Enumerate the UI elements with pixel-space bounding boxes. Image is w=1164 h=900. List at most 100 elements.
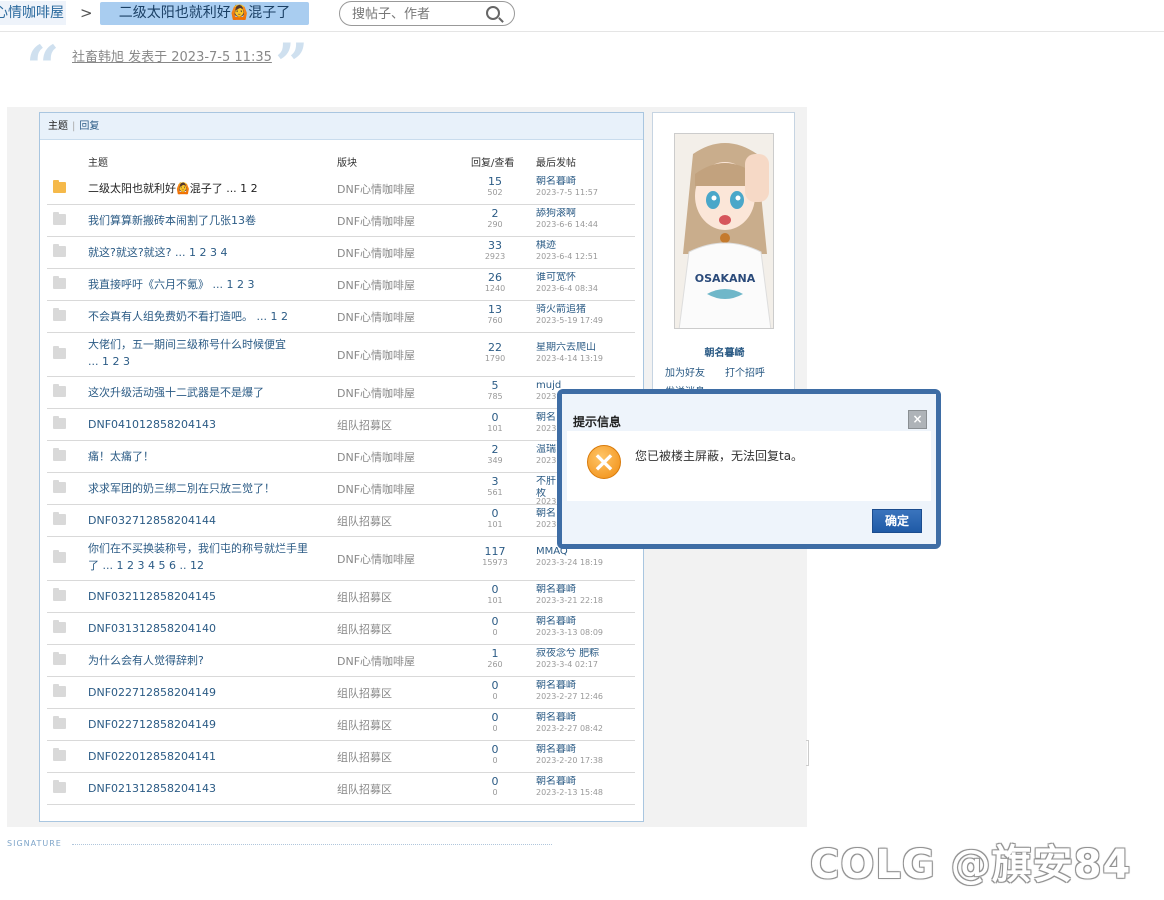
last-poster-link[interactable]: 骑火箭追猪 (536, 304, 636, 316)
last-poster-link[interactable]: 舔狗滚啊 (536, 208, 636, 220)
thread-row[interactable]: 求求军团的奶三绑二別在只放三觉了！ DNF心情咖啡屋 3 561 不肝枚 2023 (47, 473, 635, 506)
thread-title-link[interactable]: DNF031312858204140 (88, 620, 216, 637)
thread-title-link[interactable]: 你们在不买换装称号，我们屯的称号就烂手里了 ... 1 2 3 4 5 6 ..… (88, 540, 308, 574)
last-poster-link[interactable]: 朝名暮崎 (536, 680, 636, 692)
thread-title-link[interactable]: 这次升级活动强十二武器是不是爆了 (88, 384, 264, 401)
thread-forum-link[interactable]: DNF心情咖啡屋 (337, 653, 415, 669)
tab-topics[interactable]: 主题 (48, 121, 68, 132)
breadcrumb-thread-title[interactable]: 二级太阳也就利好🙆混子了 (100, 2, 309, 25)
thread-forum-link[interactable]: DNF心情咖啡屋 (337, 309, 415, 325)
thread-row[interactable]: DNF032112858204145 组队招募区 0 101 朝名暮崎 2023-3-21… (47, 581, 635, 613)
reply-count[interactable]: 26 (467, 272, 523, 284)
thread-row[interactable]: DNF031312858204140 组队招募区 0 0 朝名暮崎 2023-3-13 0… (47, 613, 635, 645)
thread-forum-link[interactable]: DNF心情咖啡屋 (337, 385, 415, 401)
thread-row[interactable]: 我们算算新搬砖本闹割了几张13卷 DNF心情咖啡屋 2 290 舔狗滚啊 2023-6-6… (47, 205, 635, 237)
last-poster-link[interactable]: 寂夜念兮 肥粽 (536, 648, 636, 660)
thread-row[interactable]: 就这?就这?就这? ... 1 2 3 4 DNF心情咖啡屋 33 2923 棋迹 202… (47, 237, 635, 269)
reply-count[interactable]: 0 (467, 412, 523, 424)
thread-forum-link[interactable]: 组队招募区 (337, 513, 392, 529)
thread-forum-link[interactable]: DNF心情咖啡屋 (337, 213, 415, 229)
thread-forum-link[interactable]: 组队招募区 (337, 589, 392, 605)
thread-forum-link[interactable]: 组队招募区 (337, 621, 392, 637)
reply-count[interactable]: 33 (467, 240, 523, 252)
thread-forum-link[interactable]: DNF心情咖啡屋 (337, 245, 415, 261)
thread-row[interactable]: 二级太阳也就利好🙆混子了 ... 1 2 DNF心情咖啡屋 15 502 朝名暮崎 202… (47, 173, 635, 205)
thread-forum-link[interactable]: DNF心情咖啡屋 (337, 551, 415, 567)
thread-row[interactable]: DNF022712858204149 组队招募区 0 0 朝名暮崎 2023-2-27 1… (47, 677, 635, 709)
thread-forum-link[interactable]: 组队招募区 (337, 685, 392, 701)
reply-count[interactable]: 13 (467, 304, 523, 316)
thread-forum-link[interactable]: 组队招募区 (337, 781, 392, 797)
thread-title-link[interactable]: 不会真有人组免费奶不看打造吧。 ... 1 2 (88, 308, 288, 325)
reply-count[interactable]: 0 (467, 712, 523, 724)
last-poster-link[interactable]: 星期六去爬山 (536, 342, 636, 354)
reply-count[interactable]: 117 (467, 546, 523, 558)
close-icon[interactable]: × (908, 410, 927, 429)
reply-count[interactable]: 0 (467, 508, 523, 520)
thread-forum-link[interactable]: DNF心情咖啡屋 (337, 347, 415, 363)
confirm-button[interactable]: 确定 (872, 509, 922, 533)
reply-count[interactable]: 3 (467, 476, 523, 488)
last-poster-link[interactable]: 朝名暮崎 (536, 176, 636, 188)
breadcrumb-forum-link[interactable]: 心情咖啡屋 (0, 1, 66, 25)
reply-count[interactable]: 2 (467, 208, 523, 220)
add-friend-link[interactable]: 加为好友 (665, 364, 705, 379)
reply-count[interactable]: 1 (467, 648, 523, 660)
thread-forum-link[interactable]: DNF心情咖啡屋 (337, 481, 415, 497)
reply-count[interactable]: 0 (467, 776, 523, 788)
thread-title-link[interactable]: 痛！太痛了！ (88, 448, 154, 465)
tab-replies[interactable]: 回复 (79, 121, 99, 132)
reply-count[interactable]: 5 (467, 380, 523, 392)
thread-title-link[interactable]: DNF041012858204143 (88, 416, 216, 433)
thread-row[interactable]: 痛！太痛了！ DNF心情咖啡屋 2 349 温瑞 2023 (47, 441, 635, 473)
reply-count[interactable]: 0 (467, 680, 523, 692)
thread-title-link[interactable]: 求求军团的奶三绑二別在只放三觉了！ (88, 480, 275, 497)
thread-row[interactable]: 你们在不买换装称号，我们屯的称号就烂手里了 ... 1 2 3 4 5 6 ..… (47, 537, 635, 581)
last-poster-link[interactable]: 谁可宽怀 (536, 272, 636, 284)
thread-title-link[interactable]: DNF032112858204145 (88, 588, 216, 605)
thread-forum-link[interactable]: DNF心情咖啡屋 (337, 181, 415, 197)
thread-row[interactable]: 我直接呼吁《六月不氪》 ... 1 2 3 DNF心情咖啡屋 26 1240 谁可宽怀 2… (47, 269, 635, 301)
thread-forum-link[interactable]: 组队招募区 (337, 717, 392, 733)
post-author-line[interactable]: 社畜韩旭 发表于 2023-7-5 11:35 (72, 46, 272, 65)
thread-title-link[interactable]: 我直接呼吁《六月不氪》 ... 1 2 3 (88, 276, 254, 293)
reply-count[interactable]: 0 (467, 616, 523, 628)
thread-title-link[interactable]: 就这?就这?就这? ... 1 2 3 4 (88, 244, 227, 261)
search-icon[interactable] (486, 6, 500, 20)
thread-row[interactable]: DNF022012858204141 组队招募区 0 0 朝名暮崎 2023-2-20 1… (47, 741, 635, 773)
profile-username[interactable]: 朝名暮崎 (653, 344, 796, 359)
thread-title-link[interactable]: DNF022712858204149 (88, 684, 216, 701)
thread-title-link[interactable]: DNF021312858204143 (88, 780, 216, 797)
reply-count[interactable]: 22 (467, 342, 523, 354)
thread-title-link[interactable]: 二级太阳也就利好🙆混子了 ... 1 2 (88, 180, 258, 197)
reply-count[interactable]: 0 (467, 744, 523, 756)
thread-row[interactable]: DNF021312858204143 组队招募区 0 0 朝名暮崎 2023-2-13 1… (47, 773, 635, 805)
last-poster-link[interactable]: 棋迹 (536, 240, 636, 252)
greet-link[interactable]: 打个招呼 (725, 364, 765, 379)
thread-title-link[interactable]: DNF032712858204144 (88, 512, 216, 529)
last-poster-link[interactable]: 朝名暮崎 (536, 712, 636, 724)
thread-row[interactable]: 为什么会有人觉得辞刺? DNF心情咖啡屋 1 260 寂夜念兮 肥粽 2023-3-4 0… (47, 645, 635, 677)
search-input[interactable] (352, 5, 482, 23)
reply-count[interactable]: 15 (467, 176, 523, 188)
thread-row[interactable]: 这次升级活动强十二武器是不是爆了 DNF心情咖啡屋 5 785 mujd 2023 (47, 377, 635, 409)
reply-count[interactable]: 0 (467, 584, 523, 596)
last-poster-link[interactable]: 朝名暮崎 (536, 776, 636, 788)
thread-title-link[interactable]: 大佬们，五一期间三级称号什么时候便宜 ... 1 2 3 (88, 336, 286, 370)
reply-count[interactable]: 2 (467, 444, 523, 456)
thread-forum-link[interactable]: DNF心情咖啡屋 (337, 277, 415, 293)
thread-forum-link[interactable]: DNF心情咖啡屋 (337, 449, 415, 465)
thread-row[interactable]: DNF041012858204143 组队招募区 0 101 朝名 2023 (47, 409, 635, 441)
thread-title-link[interactable]: 为什么会有人觉得辞刺? (88, 652, 204, 669)
last-poster-link[interactable]: 朝名暮崎 (536, 744, 636, 756)
last-poster-link[interactable]: 朝名暮崎 (536, 584, 636, 596)
thread-forum-link[interactable]: 组队招募区 (337, 749, 392, 765)
thread-row[interactable]: DNF022712858204149 组队招募区 0 0 朝名暮崎 2023-2-27 0… (47, 709, 635, 741)
thread-title-link[interactable]: 我们算算新搬砖本闹割了几张13卷 (88, 212, 256, 229)
thread-row[interactable]: 大佬们，五一期间三级称号什么时候便宜 ... 1 2 3 DNF心情咖啡屋 22 179… (47, 333, 635, 377)
search-box[interactable] (339, 1, 515, 26)
last-poster-link[interactable]: 朝名暮崎 (536, 616, 636, 628)
avatar[interactable]: OSAKANA (674, 133, 774, 329)
thread-title-link[interactable]: DNF022712858204149 (88, 716, 216, 733)
thread-forum-link[interactable]: 组队招募区 (337, 417, 392, 433)
